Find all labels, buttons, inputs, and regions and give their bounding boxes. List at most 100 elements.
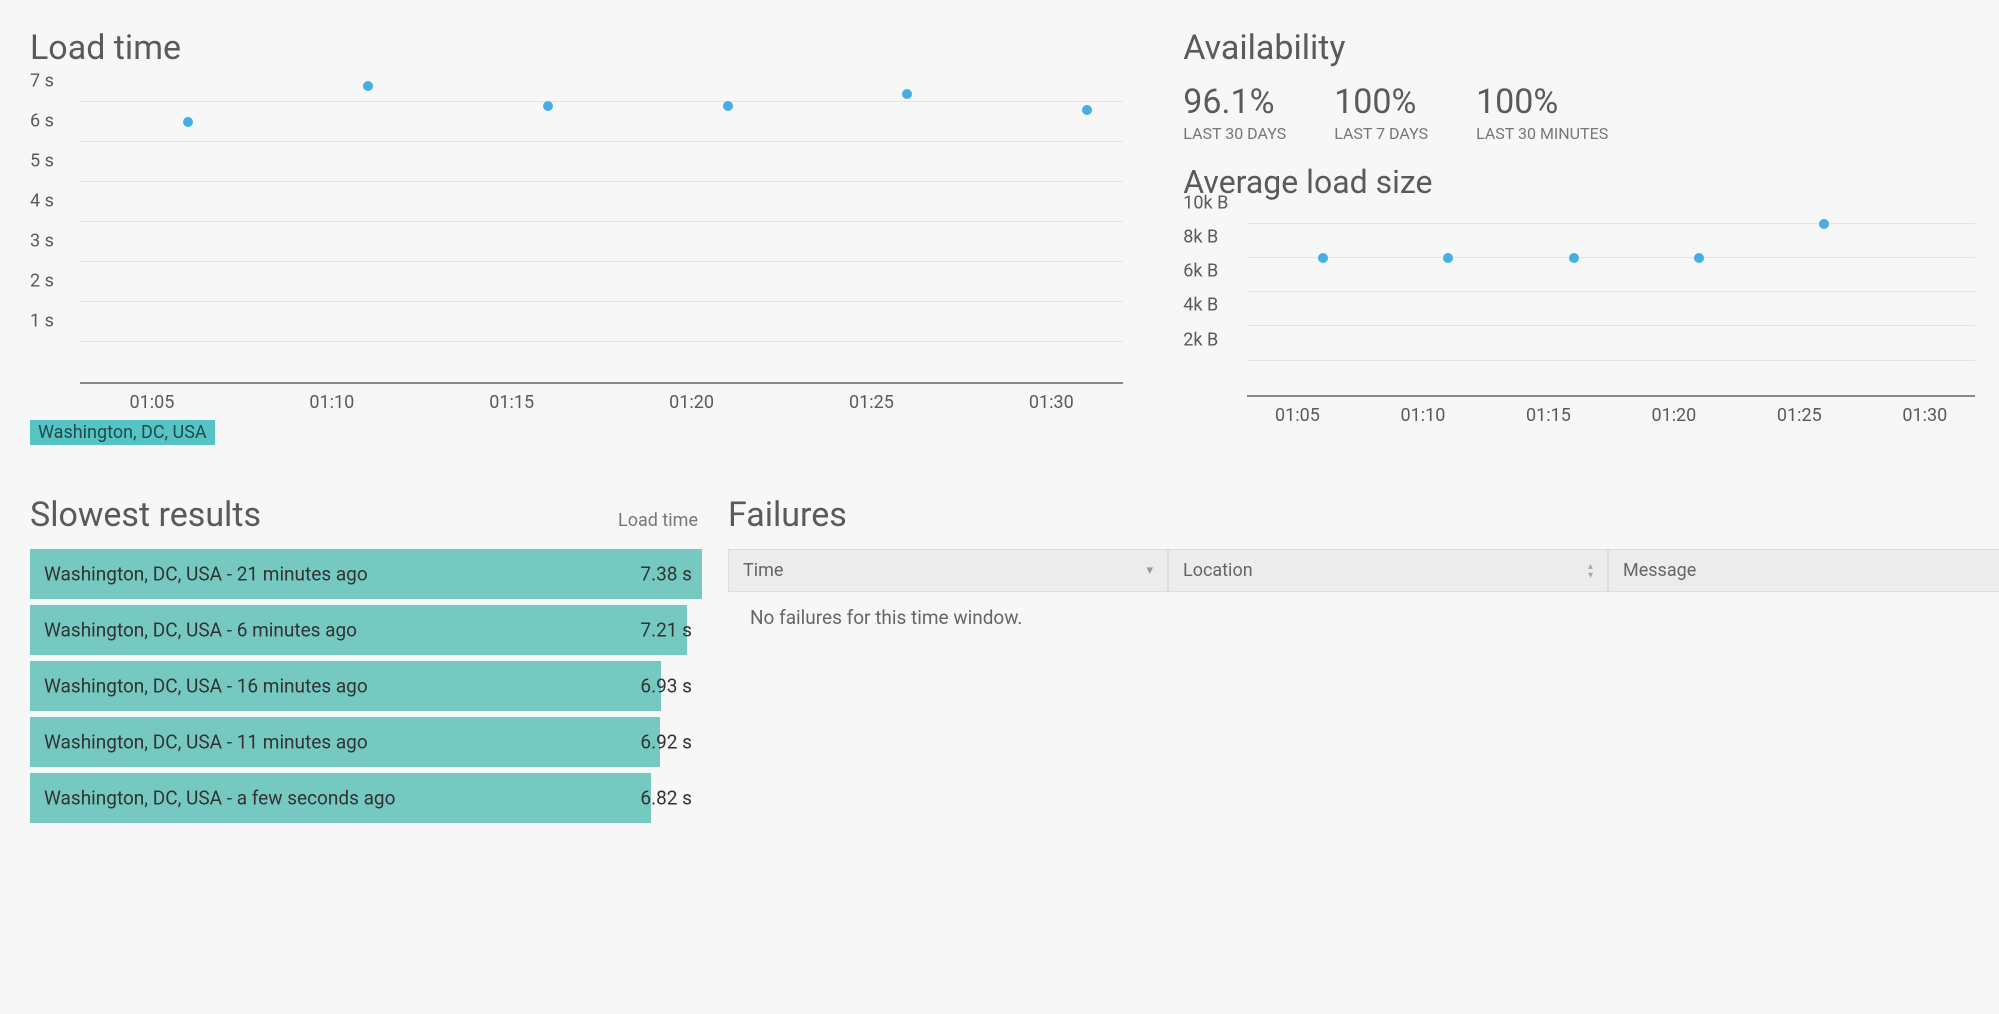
data-point[interactable] bbox=[1443, 253, 1453, 263]
load-time-xaxis: 01:05 01:10 01:15 01:20 01:25 01:30 bbox=[80, 384, 1123, 414]
data-point[interactable] bbox=[543, 101, 553, 111]
data-point[interactable] bbox=[723, 101, 733, 111]
gridline bbox=[80, 261, 1123, 262]
failures-col-location[interactable]: Location ▴▾ bbox=[1168, 549, 1608, 592]
x-tick-label: 01:10 bbox=[1401, 405, 1446, 426]
x-tick-label: 01:15 bbox=[489, 392, 534, 413]
x-tick-label: 01:10 bbox=[309, 392, 354, 413]
failures-col-message-label: Message bbox=[1623, 560, 1696, 581]
gridline bbox=[1247, 223, 1975, 224]
slowest-result-row[interactable]: Washington, DC, USA - 16 minutes ago 6.93… bbox=[30, 661, 702, 711]
failures-col-time-label: Time bbox=[743, 560, 783, 581]
gridline bbox=[80, 181, 1123, 182]
y-tick-label: 2 s bbox=[30, 271, 70, 292]
slowest-title: Slowest results bbox=[30, 495, 261, 535]
y-tick-label: 6 s bbox=[30, 111, 70, 132]
slowest-result-row[interactable]: Washington, DC, USA - 21 minutes ago 7.38… bbox=[30, 549, 702, 599]
slowest-result-value: 6.82 s bbox=[640, 787, 692, 810]
load-time-title: Load time bbox=[30, 28, 1123, 68]
x-tick-label: 01:05 bbox=[1275, 405, 1320, 426]
availability-label: LAST 30 MINUTES bbox=[1476, 124, 1608, 143]
y-tick-label: 10k B bbox=[1183, 192, 1237, 213]
y-tick-label: 7 s bbox=[30, 71, 70, 92]
failures-col-message[interactable]: Message bbox=[1608, 549, 1999, 592]
slowest-result-row[interactable]: Washington, DC, USA - 6 minutes ago 7.21 … bbox=[30, 605, 702, 655]
y-tick-label: 3 s bbox=[30, 231, 70, 252]
gridline bbox=[1247, 360, 1975, 361]
right-panel: Availability 96.1% LAST 30 DAYS 100% LAS… bbox=[1183, 28, 1975, 445]
slowest-result-value: 7.21 s bbox=[640, 619, 692, 642]
gridline bbox=[80, 341, 1123, 342]
data-point[interactable] bbox=[1318, 253, 1328, 263]
availability-stats: 96.1% LAST 30 DAYS 100% LAST 7 DAYS 100%… bbox=[1183, 82, 1975, 143]
failures-col-time[interactable]: Time ▾ bbox=[728, 549, 1168, 592]
sort-desc-icon: ▾ bbox=[1146, 564, 1153, 577]
slowest-subhead: Load time bbox=[618, 510, 702, 531]
x-tick-label: 01:25 bbox=[849, 392, 894, 413]
x-tick-label: 01:20 bbox=[1651, 405, 1696, 426]
slowest-result-value: 7.38 s bbox=[640, 563, 692, 586]
x-tick-label: 01:15 bbox=[1526, 405, 1571, 426]
data-point[interactable] bbox=[1819, 219, 1829, 229]
y-tick-label: 4k B bbox=[1183, 295, 1237, 316]
gridline bbox=[80, 101, 1123, 102]
y-tick-label: 1 s bbox=[30, 311, 70, 332]
y-tick-label: 5 s bbox=[30, 151, 70, 172]
load-time-chart[interactable]: 1 s2 s3 s4 s5 s6 s7 s 01:0501:1001:1501:… bbox=[30, 82, 1123, 414]
data-point[interactable] bbox=[183, 117, 193, 127]
data-point[interactable] bbox=[1082, 105, 1092, 115]
data-point[interactable] bbox=[902, 89, 912, 99]
load-time-plot-area[interactable]: 1 s2 s3 s4 s5 s6 s7 s bbox=[80, 82, 1123, 384]
x-tick-label: 01:05 bbox=[130, 392, 175, 413]
slowest-result-label: Washington, DC, USA - 21 minutes ago bbox=[44, 563, 368, 586]
x-tick-label: 01:25 bbox=[1777, 405, 1822, 426]
load-size-title: Average load size bbox=[1183, 163, 1975, 201]
gridline bbox=[80, 141, 1123, 142]
failures-col-location-label: Location bbox=[1183, 560, 1253, 581]
slowest-list: Washington, DC, USA - 21 minutes ago 7.38… bbox=[30, 549, 702, 823]
slowest-result-label: Washington, DC, USA - a few seconds ago bbox=[44, 787, 395, 810]
slowest-result-row[interactable]: Washington, DC, USA - 11 minutes ago 6.92… bbox=[30, 717, 702, 767]
gridline bbox=[1247, 325, 1975, 326]
slowest-result-label: Washington, DC, USA - 16 minutes ago bbox=[44, 675, 368, 698]
load-size-xaxis: 01:05 01:10 01:15 01:20 01:25 01:30 bbox=[1247, 397, 1975, 427]
slowest-panel: Slowest results Load time Washington, DC… bbox=[30, 495, 702, 829]
availability-stat-7days: 100% LAST 7 DAYS bbox=[1334, 82, 1428, 143]
x-tick-label: 01:30 bbox=[1029, 392, 1074, 413]
bottom-row: Slowest results Load time Washington, DC… bbox=[0, 445, 1999, 829]
availability-title: Availability bbox=[1183, 28, 1975, 68]
failures-empty-message: No failures for this time window. bbox=[728, 592, 1999, 643]
y-tick-label: 8k B bbox=[1183, 226, 1237, 247]
x-tick-label: 01:30 bbox=[1902, 405, 1947, 426]
slowest-result-value: 6.93 s bbox=[640, 675, 692, 698]
load-size-plot-area[interactable]: 2k B4k B6k B8k B10k B bbox=[1247, 215, 1975, 397]
y-tick-label: 2k B bbox=[1183, 329, 1237, 350]
gridline bbox=[80, 221, 1123, 222]
y-tick-label: 6k B bbox=[1183, 261, 1237, 282]
slowest-result-label: Washington, DC, USA - 6 minutes ago bbox=[44, 619, 357, 642]
availability-label: LAST 7 DAYS bbox=[1334, 124, 1428, 143]
data-point[interactable] bbox=[1694, 253, 1704, 263]
sort-both-icon: ▴▾ bbox=[1588, 562, 1593, 580]
availability-label: LAST 30 DAYS bbox=[1183, 124, 1286, 143]
load-size-chart[interactable]: 2k B4k B6k B8k B10k B 01:0501:1001:1501:… bbox=[1183, 215, 1975, 427]
failures-title: Failures bbox=[728, 495, 1999, 535]
gridline bbox=[80, 301, 1123, 302]
data-point[interactable] bbox=[1569, 253, 1579, 263]
failures-panel: Failures Time ▾ Location ▴▾ Message No f… bbox=[728, 495, 1999, 829]
top-row: Load time 1 s2 s3 s4 s5 s6 s7 s 01:0501:… bbox=[0, 0, 1999, 445]
availability-value: 96.1% bbox=[1183, 82, 1286, 122]
availability-stat-30days: 96.1% LAST 30 DAYS bbox=[1183, 82, 1286, 143]
availability-value: 100% bbox=[1334, 82, 1428, 122]
slowest-result-label: Washington, DC, USA - 11 minutes ago bbox=[44, 731, 368, 754]
slowest-result-row[interactable]: Washington, DC, USA - a few seconds ago 6… bbox=[30, 773, 702, 823]
y-tick-label: 4 s bbox=[30, 191, 70, 212]
load-time-panel: Load time 1 s2 s3 s4 s5 s6 s7 s 01:0501:… bbox=[30, 28, 1123, 445]
failures-table-header: Time ▾ Location ▴▾ Message bbox=[728, 549, 1999, 592]
availability-stat-30min: 100% LAST 30 MINUTES bbox=[1476, 82, 1608, 143]
gridline bbox=[1247, 257, 1975, 258]
load-time-legend[interactable]: Washington, DC, USA bbox=[30, 420, 215, 445]
data-point[interactable] bbox=[363, 81, 373, 91]
x-tick-label: 01:20 bbox=[669, 392, 714, 413]
slowest-result-value: 6.92 s bbox=[640, 731, 692, 754]
